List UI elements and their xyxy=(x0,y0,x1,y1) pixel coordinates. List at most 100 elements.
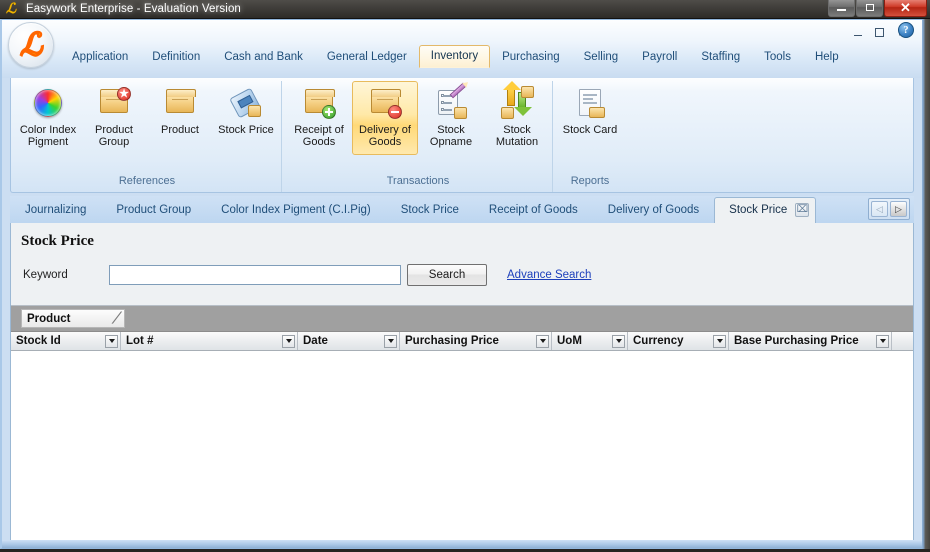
grid-body-empty[interactable] xyxy=(11,351,913,548)
grid-column-header-uom[interactable]: UoM xyxy=(552,332,628,350)
ribbon-group-items: Receipt of Goods Delivery of Goods Stock Opna… xyxy=(286,81,550,174)
ribbon-tab-help[interactable]: Help xyxy=(803,46,851,68)
column-filter-dropdown-icon[interactable] xyxy=(713,334,726,348)
grid-column-header-purchasing-price[interactable]: Purchasing Price xyxy=(400,332,552,350)
tab-nav-next-button[interactable]: ▷ xyxy=(890,201,907,217)
document-tab-product-group[interactable]: Product Group xyxy=(101,198,206,223)
ribbon-group-references: Color Index Pigment ★ Product Group Product St… xyxy=(13,81,282,192)
column-filter-dropdown-icon[interactable] xyxy=(282,334,295,348)
ribbon-tab-staffing[interactable]: Staffing xyxy=(689,46,752,68)
ribbon-button-stock-opname[interactable]: Stock Opname xyxy=(418,81,484,155)
stock-opname-icon xyxy=(434,82,468,120)
stock-mutation-icon xyxy=(500,81,534,120)
close-icon: ✕ xyxy=(900,0,911,15)
stock-card-icon xyxy=(573,86,607,120)
ribbon-button-stock-mutation[interactable]: Stock Mutation xyxy=(484,81,550,155)
tab-nav-prev-button[interactable]: ◁ xyxy=(871,201,888,217)
ribbon-button-label-line2: Mutation xyxy=(495,136,539,148)
document-tab-label: Journalizing xyxy=(25,204,87,216)
document-tab-close-icon[interactable]: ⌧ xyxy=(795,203,810,217)
search-row: Keyword Search Advance Search xyxy=(11,250,913,286)
keyword-input[interactable] xyxy=(109,265,401,285)
group-badge-icon: ★ xyxy=(117,87,131,101)
ribbon-group-label: Transactions xyxy=(386,175,450,187)
delivery-of-goods-icon xyxy=(368,86,402,120)
ribbon-button-delivery-of-goods[interactable]: Delivery of Goods xyxy=(352,81,418,155)
ribbon-tab-inventory[interactable]: Inventory xyxy=(418,45,491,68)
grid-column-headers: Stock Id Lot # Date Purchasing Price UoM Curr… xyxy=(11,332,913,351)
screen-root: ℒ Easywork Enterprise - Evaluation Versi… xyxy=(0,0,930,552)
ribbon-button-product-group[interactable]: ★ Product Group xyxy=(81,81,147,155)
ribbon-button-stock-price[interactable]: Stock Price xyxy=(213,81,279,155)
column-filter-dropdown-icon[interactable] xyxy=(384,334,397,348)
group-by-chip-product[interactable]: Product ╱ xyxy=(21,309,125,328)
ribbon-button-label: Stock Card xyxy=(562,124,618,136)
document-tab-stock-price[interactable]: Stock Price ⌧ xyxy=(714,197,817,223)
grid-column-header-lot-[interactable]: Lot # xyxy=(121,332,298,350)
arrow-up-icon xyxy=(503,81,521,106)
ribbon-tab-cash-and-bank[interactable]: Cash and Bank xyxy=(212,46,315,68)
column-filter-dropdown-icon[interactable] xyxy=(612,334,625,348)
ribbon-group-items: Stock Card xyxy=(557,81,623,174)
grid-column-header-date[interactable]: Date xyxy=(298,332,400,350)
plus-badge-icon xyxy=(322,105,336,119)
ribbon-button-color-index-pigment[interactable]: Color Index Pigment xyxy=(15,81,81,155)
ribbon-tab-payroll[interactable]: Payroll xyxy=(630,46,689,68)
document-tab-label: Stock Price xyxy=(729,203,788,216)
box-icon xyxy=(248,105,261,117)
document-tab-color-index-pigment-c-i-pig-[interactable]: Color Index Pigment (C.I.Pig) xyxy=(206,198,386,223)
keyword-label: Keyword xyxy=(23,269,68,281)
ribbon-tab-tools[interactable]: Tools xyxy=(752,46,803,68)
grid-column-header-currency[interactable]: Currency xyxy=(628,332,729,350)
app-minimize-button[interactable] xyxy=(851,26,864,39)
os-minimize-button[interactable] xyxy=(828,0,855,17)
minus-badge-icon xyxy=(388,105,402,119)
ribbon-button-label: Stock xyxy=(503,124,531,136)
ribbon-tab-purchasing[interactable]: Purchasing xyxy=(490,46,572,68)
document-tab-label: Delivery of Goods xyxy=(607,204,700,216)
page-title: Stock Price xyxy=(21,233,94,249)
document-tab-delivery-of-goods[interactable]: Delivery of Goods xyxy=(593,198,714,223)
column-filter-dropdown-icon[interactable] xyxy=(876,334,889,348)
color-wheel-icon xyxy=(31,86,65,120)
window-right-frame xyxy=(922,19,930,549)
document-tab-journalizing[interactable]: Journalizing xyxy=(10,198,101,223)
grid-column-label: Date xyxy=(303,335,328,347)
ribbon-tab-general-ledger[interactable]: General Ledger xyxy=(315,46,419,68)
ribbon-group-transactions: Receipt of Goods Delivery of Goods Stock Opna… xyxy=(284,81,553,192)
ribbon-panel: Color Index Pigment ★ Product Group Product St… xyxy=(10,78,914,193)
application-window: ℒ × ApplicationDefinitionCash and BankGe… xyxy=(0,19,922,549)
grid-column-header-stock-id[interactable]: Stock Id xyxy=(11,332,121,350)
ribbon-button-label: Product xyxy=(95,124,133,136)
content-pane: Stock Price Keyword Search Advance Searc… xyxy=(10,223,914,548)
ribbon-button-stock-card[interactable]: Stock Card xyxy=(557,81,623,155)
document-tab-stock-price[interactable]: Stock Price xyxy=(386,198,474,223)
help-icon[interactable]: ? xyxy=(898,22,914,38)
os-close-button[interactable]: ✕ xyxy=(884,0,927,17)
search-button[interactable]: Search xyxy=(407,264,487,286)
group-by-field-label: Product xyxy=(27,312,71,325)
ribbon-tab-application[interactable]: Application xyxy=(60,46,140,68)
grid-column-header-base-purchasing-price[interactable]: Base Purchasing Price xyxy=(729,332,892,350)
ribbon-tab-definition[interactable]: Definition xyxy=(140,46,212,68)
column-filter-dropdown-icon[interactable] xyxy=(536,334,549,348)
ribbon-button-label-line2: Opname xyxy=(429,136,473,148)
document-tab-label: Stock Price xyxy=(400,204,459,216)
color-wheel-icon xyxy=(34,89,62,117)
ribbon-button-receipt-of-goods[interactable]: Receipt of Goods xyxy=(286,81,352,155)
maximize-icon xyxy=(865,4,874,11)
advance-search-link[interactable]: Advance Search xyxy=(507,269,591,281)
group-by-bar[interactable]: Product ╱ xyxy=(11,306,913,332)
app-restore-button[interactable] xyxy=(873,26,886,39)
os-titlebar: ℒ Easywork Enterprise - Evaluation Versi… xyxy=(0,0,930,19)
ribbon-tab-selling[interactable]: Selling xyxy=(572,46,631,68)
stock-price-grid: Product ╱ Stock Id Lot # Date Purchasing Pr… xyxy=(11,305,913,548)
stock-price-tag-icon xyxy=(229,86,263,120)
document-tab-receipt-of-goods[interactable]: Receipt of Goods xyxy=(474,198,593,223)
product-group-box-icon: ★ xyxy=(97,86,131,120)
os-maximize-button[interactable] xyxy=(856,0,883,17)
ribbon-button-product[interactable]: Product xyxy=(147,81,213,155)
column-filter-dropdown-icon[interactable] xyxy=(105,334,118,348)
receipt-of-goods-icon xyxy=(302,86,336,120)
application-logo-button[interactable]: ℒ xyxy=(8,22,54,68)
